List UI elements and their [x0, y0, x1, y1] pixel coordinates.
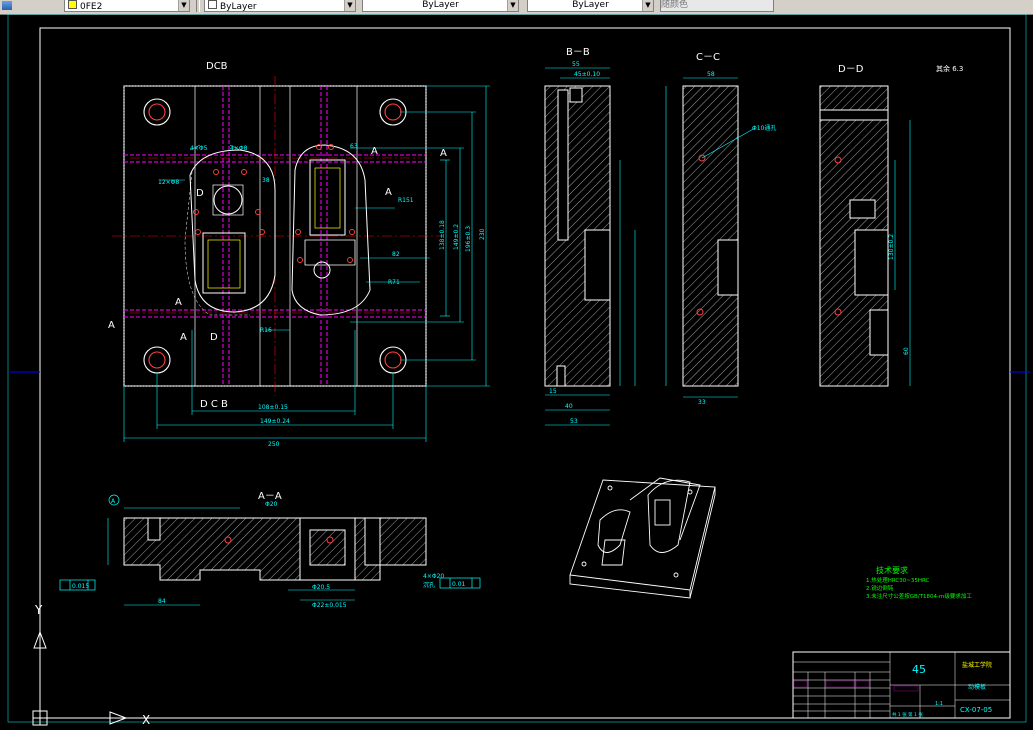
- section-cc-title: C－C: [696, 52, 720, 63]
- tech-req-item: 3.未注尺寸公差按GB/T1804-m级要求加工: [866, 592, 972, 600]
- section-aa-view[interactable]: A－A Φ20 84 Φ22±0.015 Φ20.5 4×Φ20 沉孔 0.01…: [59, 491, 481, 609]
- aa-dim-bot3: Φ20.5: [312, 584, 330, 591]
- dim-4xd5: 4×Φ5: [190, 145, 208, 152]
- tech-req-item: 1.热处理HRC30~35HRC: [866, 576, 930, 584]
- drawing-canvas[interactable]: 250 149±0.24 108±0.15 230 196±0.3 149±0.…: [0, 14, 1033, 730]
- technical-requirements: 技术要求 1.热处理HRC30~35HRC 2.锐边倒钝 3.未注尺寸公差按GB…: [866, 565, 972, 600]
- tech-req-title: 技术要求: [876, 565, 908, 575]
- dim-width-2: 149±0.24: [260, 418, 290, 425]
- tol-left: 0.015: [72, 583, 89, 590]
- color-dropdown-value: ByLayer: [220, 2, 257, 12]
- dd-dim-right2: 60: [903, 347, 910, 355]
- dim-4xd8: 4×Φ8: [230, 145, 248, 152]
- plotstyle-dropdown-value: 随颜色: [661, 0, 689, 10]
- dim-38: 38: [262, 177, 270, 184]
- title-scale: 1:1: [935, 701, 943, 707]
- dim-r151: R151: [398, 197, 414, 204]
- layer-color-icon: [68, 0, 77, 9]
- properties-toolbar: 0FE2 ▼ ByLayer ▼ ByLayer ▼ ByLayer ▼ 随颜色: [0, 0, 1033, 15]
- main-plan-view[interactable]: 250 149±0.24 108±0.15 230 196±0.3 149±0.…: [108, 61, 490, 448]
- color-dropdown[interactable]: ByLayer ▼: [204, 0, 356, 12]
- lineweight-dropdown[interactable]: ByLayer ▼: [527, 0, 654, 12]
- roughness-note: 其余 6.3: [936, 64, 963, 73]
- plotstyle-dropdown[interactable]: 随颜色: [660, 0, 774, 12]
- ucs-x-label: X: [142, 713, 150, 727]
- chevron-down-icon[interactable]: ▼: [178, 0, 189, 11]
- title-sheet: 共 1 张 第 1 张: [892, 711, 923, 718]
- layer-dropdown-value: 0FE2: [80, 2, 103, 12]
- tol-right: 0.01: [452, 581, 466, 588]
- layer-dropdown[interactable]: 0FE2 ▼: [64, 0, 190, 12]
- section-mark-d: D: [210, 332, 218, 343]
- dim-r16: R16: [260, 327, 272, 334]
- title-block: 45 盐城工学院 动模板 CX-07-05 1:1 共 1 张 第 1 张: [792, 651, 1011, 719]
- section-mark-a: A: [180, 332, 187, 343]
- dim-82: 82: [392, 251, 400, 258]
- section-bb-title: B－B: [566, 47, 590, 58]
- dim-height-total: 230: [479, 228, 486, 240]
- dim-63: 63: [350, 143, 358, 150]
- lineweight-dropdown-value: ByLayer: [572, 0, 609, 10]
- color-swatch-icon: [208, 0, 217, 9]
- section-mark-d: D: [196, 188, 204, 199]
- section-bb-view[interactable]: B－B 55 45±0.10 15 40 53: [544, 47, 636, 426]
- cc-dim-hole: Φ10通孔: [752, 124, 776, 132]
- chevron-down-icon[interactable]: ▼: [344, 0, 355, 11]
- isometric-view[interactable]: [569, 477, 716, 599]
- dim-height-3: 138±0.18: [439, 220, 446, 250]
- aa-dim-bot2: Φ22±0.015: [312, 602, 347, 609]
- section-dd-view[interactable]: D－D 130±0.2 60 其余 6.3: [819, 64, 963, 387]
- datum-a: A: [111, 498, 116, 505]
- title-material: 45: [912, 663, 926, 676]
- section-label-dcb-bottom: D C B: [200, 399, 228, 410]
- section-mark-a: A: [175, 297, 182, 308]
- chevron-down-icon[interactable]: ▼: [642, 0, 653, 11]
- aa-dim-note2: 沉孔: [423, 581, 435, 589]
- section-mark-a: A: [440, 148, 447, 159]
- linetype-dropdown[interactable]: ByLayer ▼: [362, 0, 519, 12]
- dim-r71: R71: [388, 279, 400, 286]
- section-mark-a: A: [371, 146, 378, 157]
- section-label-dcb-top: DCB: [206, 61, 228, 72]
- dd-dim-right1: 130±0.2: [888, 234, 895, 260]
- cc-dim-top: 58: [707, 71, 715, 78]
- bb-dim-bot3: 53: [570, 418, 578, 425]
- bb-dim-top: 55: [572, 61, 580, 68]
- section-mark-a: A: [385, 187, 392, 198]
- ucs-icon: [32, 630, 128, 726]
- dim-width-3: 108±0.15: [258, 404, 288, 411]
- bb-dim-bot1: 15: [549, 388, 557, 395]
- tech-req-item: 2.锐边倒钝: [866, 584, 894, 592]
- section-mark-a: A: [108, 320, 115, 331]
- aa-dim-bot1: 84: [158, 598, 166, 605]
- dim-overall-width: 250: [268, 441, 280, 448]
- cc-dim-bot: 33: [698, 399, 706, 406]
- bb-dim-bot2: 40: [565, 403, 573, 410]
- layer-state-icon[interactable]: [2, 1, 12, 10]
- bb-dim-top2: 45±0.10: [574, 71, 600, 78]
- dim-height-2: 149±0.2: [453, 224, 460, 250]
- dim-12xd8: 12×Φ8: [158, 179, 179, 186]
- title-drawing-no: CX-07-05: [960, 706, 992, 714]
- dim-height-1: 196±0.3: [465, 226, 472, 252]
- aa-dim-note: 4×Φ20: [423, 573, 444, 580]
- section-cc-view[interactable]: C－C 58 33 Φ10通孔: [665, 52, 776, 406]
- chevron-down-icon[interactable]: ▼: [507, 0, 518, 11]
- section-dd-title: D－D: [838, 64, 864, 75]
- ucs-y-label: Y: [34, 603, 43, 617]
- aa-dim-top: Φ20: [265, 501, 278, 508]
- title-school: 盐城工学院: [962, 661, 992, 669]
- title-part-name: 动模板: [968, 683, 986, 691]
- linetype-dropdown-value: ByLayer: [422, 0, 459, 10]
